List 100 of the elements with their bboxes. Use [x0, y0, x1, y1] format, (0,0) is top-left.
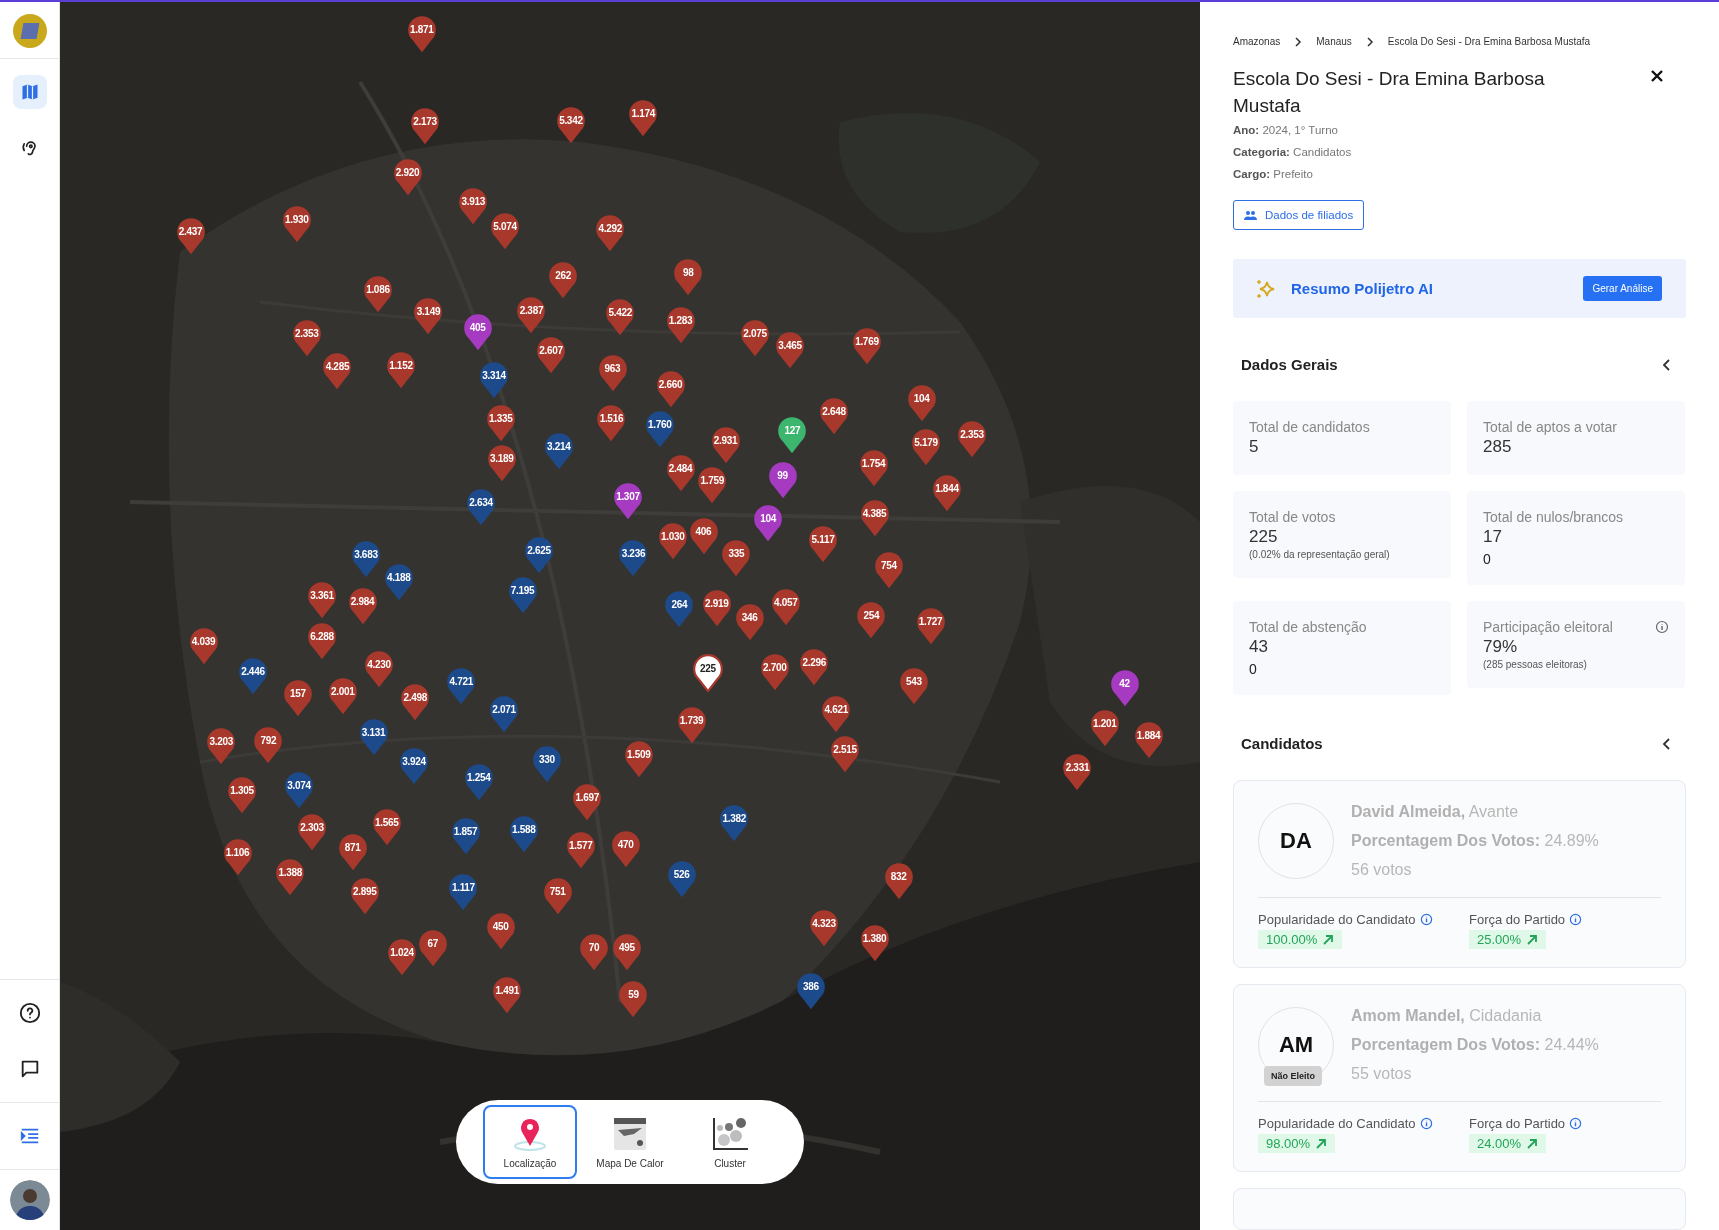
map-pin[interactable]: 4.285 [322, 352, 353, 391]
map-pin[interactable]: 526 [666, 859, 697, 898]
map-pin[interactable]: 386 [796, 971, 826, 1010]
map-pin[interactable]: 871 [337, 833, 368, 872]
map-pin[interactable]: 5.422 [605, 298, 636, 337]
map-pin[interactable]: 2.173 [410, 106, 441, 145]
map-pin[interactable]: 1.884 [1133, 720, 1164, 759]
map-pin[interactable]: 1.106 [222, 837, 253, 876]
map-pin[interactable]: 1.697 [572, 783, 603, 821]
members-button[interactable]: Dados de filiados [1233, 200, 1365, 230]
map-pin[interactable]: 2.931 [710, 425, 741, 464]
map-pin[interactable]: 2.071 [489, 695, 519, 734]
map-pin[interactable]: 346 [734, 603, 765, 642]
map-pin[interactable]: 3.074 [284, 771, 314, 809]
map-pin[interactable]: 2.296 [799, 648, 830, 687]
map-pin[interactable]: 3.913 [458, 186, 489, 225]
chevron-left-icon[interactable] [1662, 736, 1672, 751]
map-mode-tab[interactable]: Localização [483, 1105, 577, 1179]
map-pin[interactable]: 1.201 [1089, 708, 1120, 747]
map-pin[interactable]: 1.491 [492, 976, 523, 1014]
map-pin[interactable]: 4.188 [383, 562, 414, 601]
map-pin[interactable]: 1.565 [371, 808, 402, 847]
map-pin[interactable]: 2.331 [1062, 753, 1093, 792]
map-pin[interactable]: 1.335 [485, 403, 516, 442]
map-pin[interactable]: 1.739 [676, 706, 707, 745]
map-pin[interactable]: 1.857 [450, 817, 481, 855]
chevron-left-icon[interactable] [1662, 357, 1672, 372]
map-nav-icon[interactable] [12, 75, 47, 109]
map-pin[interactable]: 1.930 [281, 205, 312, 244]
map-pin[interactable]: 2.920 [392, 158, 423, 197]
map-pin[interactable]: 4.323 [809, 909, 840, 948]
map-pin[interactable]: 2.984 [347, 586, 378, 625]
map-pin[interactable]: 5.179 [911, 427, 942, 466]
map-pin[interactable]: 3.314 [479, 360, 510, 399]
map-pin[interactable]: 1.117 [448, 872, 479, 911]
map-pin[interactable]: 2.353 [291, 319, 322, 358]
map-pin[interactable]: 3.214 [543, 432, 574, 471]
map-pin[interactable]: 1.759 [697, 466, 728, 505]
map-pin[interactable]: 2.446 [237, 656, 268, 695]
map-pin[interactable]: 1.380 [859, 924, 890, 963]
map-pin[interactable]: 1.871 [406, 14, 437, 53]
map-pin[interactable]: 543 [899, 666, 929, 705]
map-pin[interactable]: 450 [485, 912, 516, 951]
map-pin[interactable]: 3.683 [350, 539, 381, 578]
info-icon[interactable] [1569, 913, 1583, 926]
map-pin[interactable]: 1.305 [227, 776, 257, 815]
map-pin[interactable]: 254 [856, 601, 887, 639]
map-mode-tab[interactable]: Cluster [683, 1105, 777, 1179]
map-pin[interactable]: 2.498 [400, 683, 431, 722]
info-icon[interactable] [1419, 913, 1433, 926]
map-pin[interactable]: 2.484 [665, 454, 696, 493]
map-pin[interactable]: 5.074 [490, 211, 521, 250]
map-pin[interactable]: 3.465 [775, 331, 806, 370]
map-pin[interactable]: 1.516 [596, 403, 627, 442]
generate-analysis-button[interactable]: Gerar Análise [1583, 276, 1662, 301]
map-pin[interactable]: 104 [906, 384, 937, 422]
map-pin[interactable]: 4.721 [446, 666, 477, 705]
map-pin[interactable]: 4.230 [364, 650, 394, 689]
map-pin[interactable]: 3.149 [413, 297, 444, 336]
map-pin[interactable]: 5.342 [555, 105, 586, 144]
map-pin[interactable]: 2.919 [701, 589, 732, 627]
map-mode-tab[interactable]: Mapa De Calor [583, 1105, 677, 1179]
map-pin[interactable]: 2.634 [466, 488, 496, 527]
map-pin[interactable]: 4.621 [821, 695, 852, 734]
map-pin[interactable]: 470 [610, 830, 641, 869]
map-pin[interactable]: 2.353 [957, 420, 988, 459]
map-pin[interactable]: 1.254 [463, 763, 494, 802]
map-pin[interactable]: 1.152 [385, 351, 416, 390]
map-pin[interactable]: 1.174 [628, 98, 659, 137]
map-pin[interactable]: 2.387 [516, 296, 547, 335]
map-pin[interactable]: 751 [542, 877, 573, 916]
map-pin[interactable]: 2.660 [655, 369, 686, 408]
map-pin[interactable]: 406 [688, 516, 719, 555]
user-avatar[interactable] [9, 1180, 50, 1220]
map-pin[interactable]: 754 [873, 550, 904, 589]
map-pin[interactable]: 405 [462, 312, 493, 351]
map-pin[interactable]: 3.131 [358, 718, 389, 757]
map-pin[interactable]: 104 [753, 503, 784, 542]
map-pin[interactable]: 2.648 [819, 397, 849, 436]
map-pin[interactable]: 1.307 [612, 481, 643, 520]
map-pin[interactable]: 4.039 [188, 627, 219, 666]
breadcrumb-link[interactable]: Manaus [1316, 36, 1352, 47]
map-pin[interactable]: 59 [618, 980, 649, 1019]
map-pin[interactable]: 832 [883, 861, 914, 900]
map-pin[interactable]: 5.117 [808, 525, 838, 564]
map-pin[interactable]: 3.189 [486, 444, 517, 483]
map-pin[interactable]: 792 [253, 726, 284, 764]
map-pin[interactable]: 7.195 [507, 575, 538, 614]
map-pin[interactable]: 330 [531, 744, 562, 783]
map-pin[interactable]: 4.292 [595, 214, 626, 252]
map-pin[interactable]: 6.288 [307, 621, 337, 660]
breadcrumb-link[interactable]: Escola Do Sesi - Dra Emina Barbosa Mustafa [1387, 36, 1591, 47]
map-pin[interactable]: 2.075 [740, 319, 771, 358]
map-pin[interactable]: 495 [611, 933, 642, 972]
map-pin[interactable]: 1.283 [665, 306, 696, 345]
map-pin[interactable]: 3.361 [307, 581, 337, 620]
map-pin[interactable]: 262 [548, 261, 579, 300]
map-pin[interactable]: 1.509 [623, 740, 654, 779]
map-pin[interactable]: 4.385 [859, 499, 890, 538]
map-pin[interactable]: 1.588 [508, 814, 539, 853]
